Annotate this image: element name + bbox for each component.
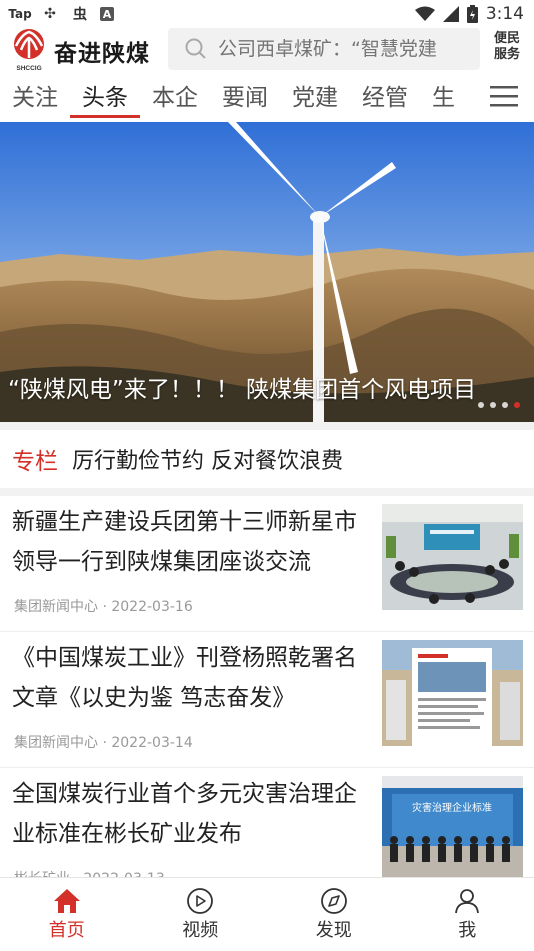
news-source: 集团新闻中心 [14,599,98,615]
compass-icon [320,888,348,914]
signal-icon [443,6,459,22]
nav-video[interactable]: 视频 [134,878,268,951]
status-right: 3:14 [415,4,524,24]
battery-icon [467,5,478,23]
carousel-dot [502,402,508,408]
wifi-icon [415,6,435,22]
nav-profile-label: 我 [458,916,476,942]
section-divider [0,488,534,496]
person-icon [453,888,481,914]
news-thumbnail [382,504,523,610]
app-header: SHCCIG 奋进陕煤 便民 服务 [0,28,534,74]
nav-home[interactable]: 首页 [0,878,134,951]
play-circle-icon [186,888,214,914]
bug-icon: 虫 [70,5,90,23]
news-meta: 集团新闻中心 · 2022-03-14 [14,732,193,752]
nav-discover[interactable]: 发现 [267,878,401,951]
service-label-line2: 服务 [484,47,530,63]
shccig-logo: SHCCIG [10,28,48,72]
news-date: 2022-03-14 [111,735,192,751]
search-input[interactable] [216,37,480,61]
news-title: 新疆生产建设兵团第十三师新星市领导一行到陕煤集团座谈交流 [12,502,374,582]
tab-partial[interactable]: 生 [420,74,467,118]
tap-icon: Tap [10,5,30,23]
tab-headlines[interactable]: 头条 [70,74,140,118]
news-item[interactable]: 《中国煤炭工业》刊登杨照乾署名文章《以史为鉴 笃志奋发》 集团新闻中心 · 20… [0,632,534,768]
nav-home-label: 首页 [49,916,85,942]
tab-company[interactable]: 本企 [140,74,210,118]
channel-tabs: 关注 头条 本企 要闻 党建 经管 生 [0,74,534,122]
column-tag: 专栏 [12,442,58,476]
tab-party[interactable]: 党建 [280,74,350,118]
menu-icon [490,84,518,108]
pinwheel-icon: ✣ [40,5,60,23]
nav-profile[interactable]: 我 [401,878,534,951]
hero-caption: “陕煤风电”来了！！！ 陕煤集团首个风电项目 [8,370,523,404]
nav-discover-label: 发现 [316,916,352,942]
news-source: 集团新闻中心 [14,735,98,751]
search-bar[interactable] [168,28,480,70]
service-button[interactable]: 便民 服务 [484,31,530,71]
news-thumbnail: 灾害治理企业标准 [382,776,523,882]
channel-menu-button[interactable] [474,74,534,118]
special-column[interactable]: 专栏 厉行勤俭节约 反对餐饮浪费 [0,430,534,488]
a-icon: A [100,7,114,21]
carousel-dot-active [514,402,520,408]
status-left-icons: Tap ✣ 虫 A [10,5,114,23]
section-divider [0,422,534,430]
hero-banner[interactable]: “陕煤风电”来了！！！ 陕煤集团首个风电项目 [0,122,534,422]
column-title: 厉行勤俭节约 反对餐饮浪费 [72,443,343,475]
carousel-indicator [478,402,520,408]
svg-text:SHCCIG: SHCCIG [16,65,41,72]
nav-video-label: 视频 [182,916,218,942]
news-thumbnail [382,640,523,746]
carousel-dot [490,402,496,408]
bottom-navigation: 首页 视频 发现 我 [0,877,534,951]
service-label-line1: 便民 [484,31,530,47]
tab-management[interactable]: 经管 [350,74,420,118]
news-meta: 集团新闻中心 · 2022-03-16 [14,596,193,616]
tab-follow[interactable]: 关注 [0,74,70,118]
app-brand-title: 奋进陕煤 [54,34,150,68]
status-bar: Tap ✣ 虫 A 3:14 [0,0,534,28]
tab-news[interactable]: 要闻 [210,74,280,118]
search-icon [184,37,208,61]
news-title: 《中国煤炭工业》刊登杨照乾署名文章《以史为鉴 笃志奋发》 [12,638,374,718]
news-date: 2022-03-16 [111,599,192,615]
home-icon [53,888,81,914]
status-time: 3:14 [486,4,524,24]
svg-text:灾害治理企业标准: 灾害治理企业标准 [412,801,492,814]
carousel-dot [478,402,484,408]
news-item[interactable]: 新疆生产建设兵团第十三师新星市领导一行到陕煤集团座谈交流 集团新闻中心 · 20… [0,496,534,632]
news-title: 全国煤炭行业首个多元灾害治理企业标准在彬长矿业发布 [12,774,374,854]
